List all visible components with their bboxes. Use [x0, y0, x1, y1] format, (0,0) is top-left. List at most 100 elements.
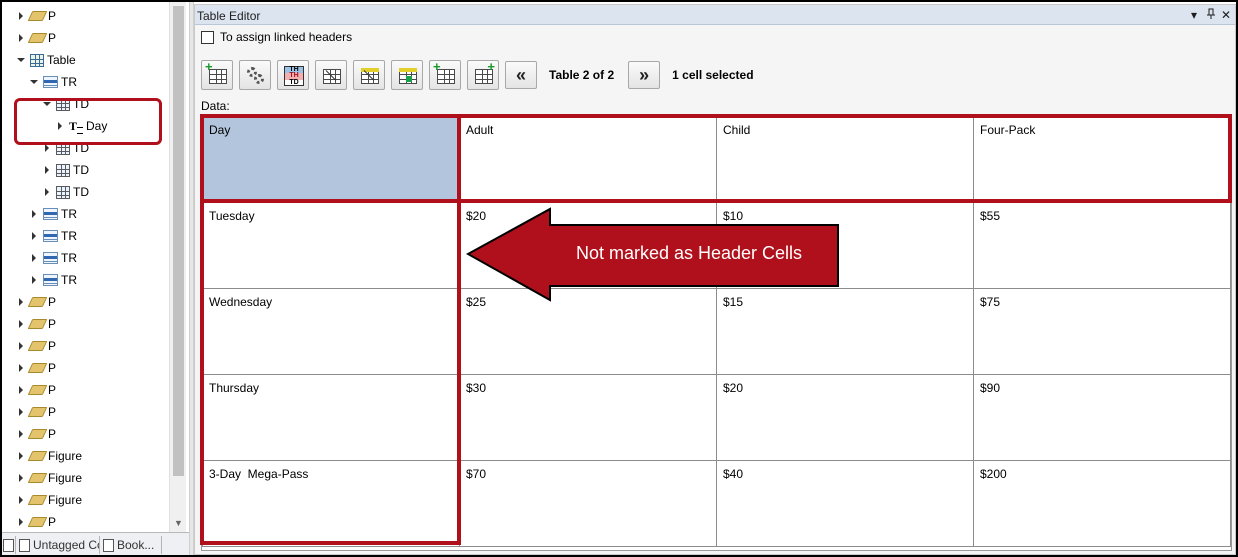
collapse-arrow-icon[interactable] — [29, 71, 39, 93]
panel-title: Table Editor — [197, 9, 261, 23]
table-cell[interactable]: $40 — [716, 460, 974, 547]
tree-item-p[interactable]: P — [16, 511, 56, 532]
expand-arrow-icon[interactable] — [16, 313, 26, 335]
table-cell[interactable]: $30 — [459, 374, 717, 461]
scrollbar-thumb[interactable] — [173, 6, 184, 476]
tree-item-p[interactable]: P — [16, 5, 56, 27]
expand-arrow-icon[interactable] — [16, 401, 26, 423]
tree-item-label: TD — [73, 163, 89, 177]
scope-column-button[interactable] — [315, 60, 347, 90]
expand-arrow-icon[interactable] — [29, 247, 39, 269]
expand-arrow-icon[interactable] — [16, 511, 26, 532]
expand-arrow-icon[interactable] — [16, 423, 26, 445]
plus-icon: + — [205, 59, 213, 74]
expand-arrow-icon[interactable] — [42, 159, 52, 181]
tag-icon — [27, 33, 48, 43]
tree-item-tr[interactable]: TR — [29, 71, 77, 93]
append-column-button[interactable]: + — [467, 60, 499, 90]
insert-row-button[interactable]: + — [201, 60, 233, 90]
linked-headers-label: To assign linked headers — [220, 30, 353, 44]
next-table-button[interactable]: » — [628, 61, 661, 89]
tree-item-p[interactable]: P — [16, 291, 56, 313]
tree-item-table[interactable]: Table — [16, 49, 76, 71]
tr-icon — [43, 252, 58, 264]
tr-icon — [43, 230, 58, 242]
close-icon[interactable]: ✕ — [1220, 8, 1232, 22]
dropdown-icon[interactable]: ▾ — [1188, 8, 1200, 22]
tree-item-p[interactable]: P — [16, 401, 56, 423]
tree-item-label: TR — [61, 251, 77, 265]
data-label: Data: — [201, 99, 230, 113]
tr-icon — [43, 76, 58, 88]
tr-icon — [43, 274, 58, 286]
expand-arrow-icon[interactable] — [16, 445, 26, 467]
expand-arrow-icon[interactable] — [29, 225, 39, 247]
tree-item-tr[interactable]: TR — [29, 225, 77, 247]
table-cell[interactable]: $55 — [973, 202, 1231, 289]
document-icon — [3, 538, 14, 552]
tree-item-label: TD — [73, 185, 89, 199]
expand-arrow-icon[interactable] — [16, 291, 26, 313]
td-icon — [56, 163, 70, 177]
tree-item-label: P — [48, 339, 57, 353]
tree-item-label: TR — [61, 273, 77, 287]
tree-item-p[interactable]: P — [16, 423, 56, 445]
table-properties-button[interactable] — [239, 60, 271, 90]
previous-table-button[interactable]: « — [505, 61, 537, 89]
table-cell[interactable]: $20 — [716, 374, 974, 461]
tree-item-p[interactable]: P — [16, 357, 56, 379]
tree-item-figure[interactable]: Figure — [16, 489, 82, 511]
tree-item-p[interactable]: P — [16, 379, 56, 401]
table-cell[interactable]: $70 — [459, 460, 717, 547]
tree-item-p[interactable]: P — [16, 335, 56, 357]
highlight-icon — [399, 68, 417, 72]
expand-arrow-icon[interactable] — [16, 5, 26, 27]
pin-icon[interactable] — [1205, 8, 1217, 23]
table-cell[interactable]: $90 — [973, 374, 1231, 461]
table-cell[interactable]: $200 — [973, 460, 1231, 547]
expand-arrow-icon[interactable] — [16, 489, 26, 511]
tab-label: Book... — [117, 538, 155, 552]
callout-text: Not marked as Header Cells — [575, 243, 803, 263]
tree-item-figure[interactable]: Figure — [16, 445, 82, 467]
tree-item-p[interactable]: P — [16, 313, 56, 335]
expand-arrow-icon[interactable] — [16, 335, 26, 357]
tree-item-label: P — [48, 31, 57, 45]
table-cell[interactable]: $75 — [973, 288, 1231, 375]
tree-item-label: Figure — [48, 471, 83, 485]
tag-icon — [27, 473, 48, 483]
tree-item-td[interactable]: TD — [42, 159, 89, 181]
tree-item-label: P — [48, 515, 57, 529]
expand-arrow-icon[interactable] — [29, 269, 39, 291]
scroll-down-arrow-icon[interactable]: ▼ — [174, 519, 183, 528]
tree-item-tr[interactable]: TR — [29, 203, 77, 225]
table-toolbar: + TH TH TD + + « Table 2 of 2 » 1 cell sel… — [201, 59, 754, 91]
tree-item-figure[interactable]: Figure — [16, 467, 82, 489]
linked-headers-checkbox[interactable] — [201, 30, 214, 44]
tag-icon — [27, 495, 48, 505]
scope-cell-button[interactable] — [391, 60, 423, 90]
collapse-arrow-icon[interactable] — [16, 49, 26, 71]
tr-icon — [43, 208, 58, 220]
tab-bookmarks[interactable]: Book... — [100, 536, 162, 554]
tag-icon — [27, 11, 48, 21]
expand-arrow-icon[interactable] — [29, 203, 39, 225]
expand-arrow-icon[interactable] — [42, 181, 52, 203]
tree-item-tr[interactable]: TR — [29, 247, 77, 269]
tree-scrollbar[interactable]: ▼ — [169, 2, 186, 532]
expand-arrow-icon[interactable] — [16, 357, 26, 379]
header-cells-button[interactable]: TH TH TD — [277, 60, 309, 90]
expand-arrow-icon[interactable] — [16, 467, 26, 489]
tab-icon-stub[interactable] — [2, 536, 16, 554]
tree-item-p[interactable]: P — [16, 27, 56, 49]
expand-arrow-icon[interactable] — [16, 27, 26, 49]
tab-label: Untagged Co... — [33, 538, 99, 552]
tree-item-td[interactable]: TD — [42, 181, 89, 203]
tree-item-tr[interactable]: TR — [29, 269, 77, 291]
insert-column-button[interactable]: + — [429, 60, 461, 90]
linked-headers-option[interactable]: To assign linked headers — [201, 30, 352, 44]
expand-arrow-icon[interactable] — [16, 379, 26, 401]
scope-row-button[interactable] — [353, 60, 385, 90]
plus-icon: + — [487, 59, 495, 74]
tab-untagged-content[interactable]: Untagged Co... — [16, 536, 100, 554]
